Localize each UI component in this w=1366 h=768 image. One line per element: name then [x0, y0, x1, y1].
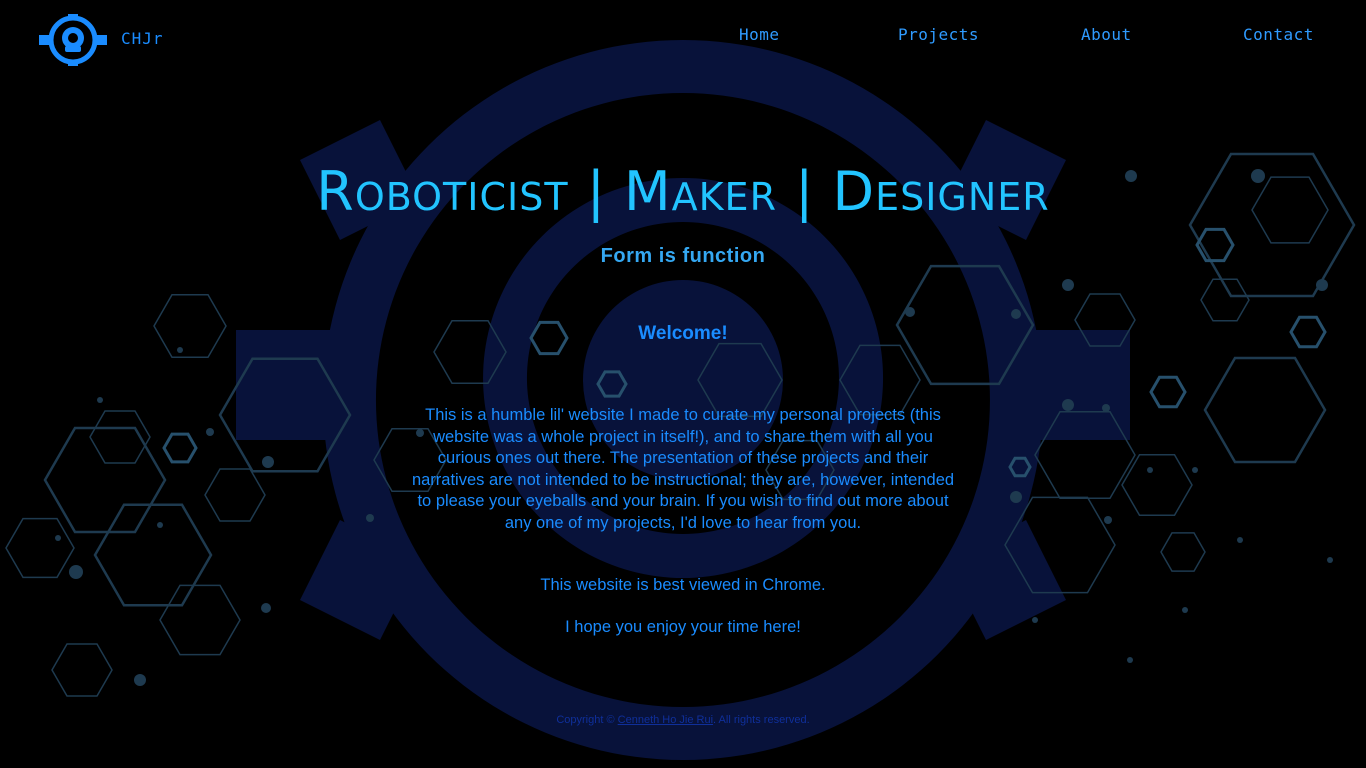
hero-title: Roboticist | Maker | Designer — [316, 160, 1050, 223]
intro-paragraph: This is a humble lil' website I made to … — [411, 406, 955, 532]
copyright-prefix: Copyright © — [556, 714, 615, 726]
hero-tagline: Form is function — [600, 245, 766, 267]
main-content: Roboticist | Maker | Designer Form is fu… — [0, 0, 1366, 768]
copyright-suffix: . All rights reserved. — [713, 714, 810, 726]
closing-line: I hope you enjoy your time here! — [565, 618, 801, 636]
welcome-heading: Welcome! — [638, 323, 728, 344]
footer-copyright: Copyright © Cenneth Ho Jie Rui. All righ… — [0, 714, 1366, 726]
author-link[interactable]: Cenneth Ho Jie Rui — [618, 714, 713, 726]
browser-note: This website is best viewed in Chrome. — [540, 576, 826, 594]
